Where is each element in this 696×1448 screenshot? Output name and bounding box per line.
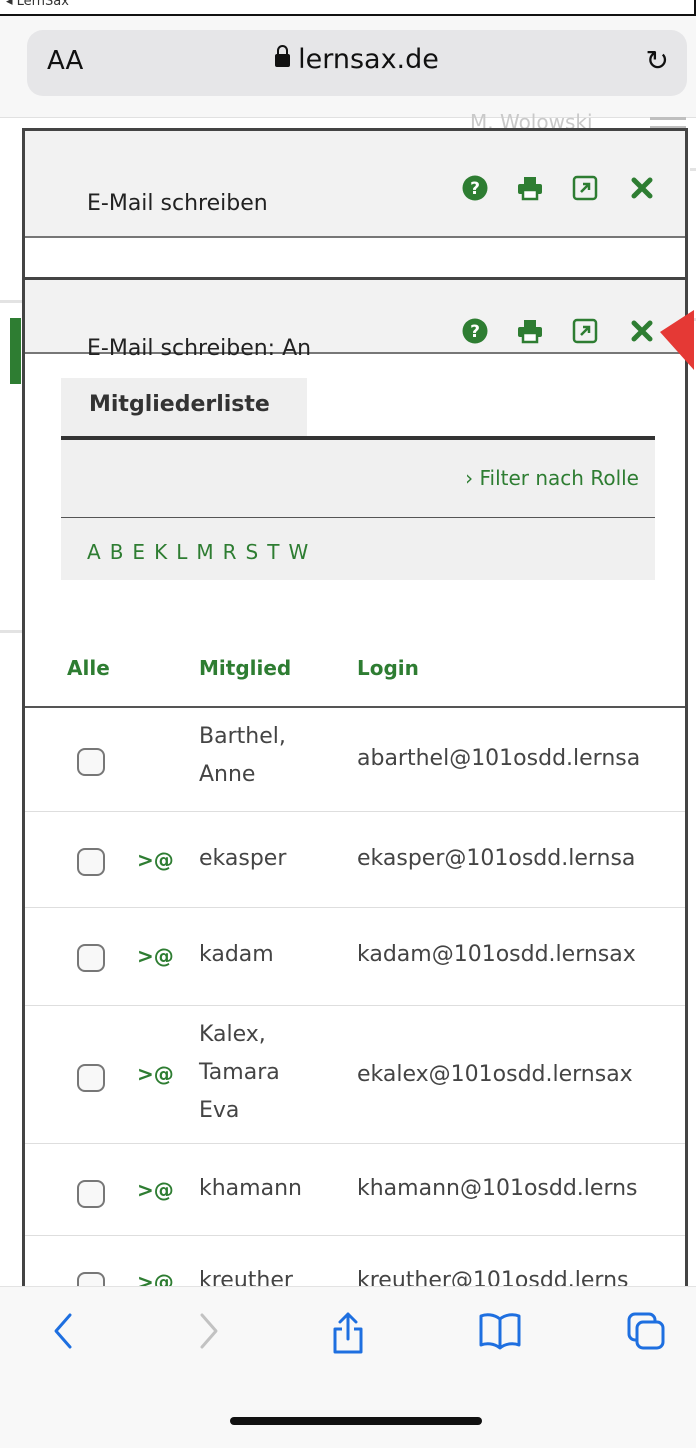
filter-panel: › Filter nach Rolle A B E K L M R S T W [61, 440, 655, 580]
help-icon[interactable]: ? [462, 175, 488, 201]
member-name: ekasper [199, 846, 287, 871]
recipient-picker-dialog: E-Mail schreiben: An ? Mitgliederliste ›… [22, 277, 688, 1289]
external-link-icon[interactable] [572, 175, 598, 201]
row-checkbox[interactable] [77, 944, 105, 972]
print-icon[interactable] [517, 318, 543, 344]
login-column-header[interactable]: Login [357, 656, 419, 680]
letter-link[interactable]: A [87, 540, 101, 564]
email-compose-dialog: E-Mail schreiben ? [22, 128, 688, 278]
member-login: kadam@101osdd.lernsax [357, 942, 636, 967]
background-divider [690, 168, 696, 171]
member-name-text: Kalex, Tamara Eva [199, 1022, 280, 1123]
tabs-icon[interactable] [626, 1311, 666, 1351]
share-icon[interactable] [330, 1311, 366, 1355]
table-header: Alle Mitglied Login [25, 640, 685, 708]
browser-toolbar [0, 1286, 696, 1448]
dialog-header: E-Mail schreiben: An ? [25, 280, 685, 361]
help-icon[interactable]: ? [462, 318, 488, 344]
send-mail-link[interactable]: >@ [137, 848, 174, 872]
member-name: Barthel, Anne [199, 718, 286, 794]
dialog-title: E-Mail schreiben: An [87, 336, 312, 361]
reload-icon[interactable]: ↻ [646, 44, 669, 77]
row-checkbox[interactable] [77, 748, 105, 776]
forward-icon [200, 1313, 218, 1349]
table-row: >@ Kalex, Tamara Eva ekalex@101osdd.lern… [25, 1006, 685, 1144]
member-login: ekasper@101osdd.lernsa [357, 846, 636, 871]
member-name: kreuther [199, 1268, 293, 1289]
dialog-header: E-Mail schreiben ? [25, 131, 685, 238]
send-mail-link[interactable]: >@ [137, 944, 174, 968]
url-text: lernsax.de [298, 44, 439, 75]
filter-by-role-link[interactable]: › Filter nach Rolle [465, 466, 639, 490]
background-divider [0, 630, 22, 633]
background-accent-bar [10, 318, 21, 384]
external-link-icon[interactable] [572, 318, 598, 344]
filter-by-role-label: Filter nach Rolle [479, 466, 639, 490]
address-bar[interactable]: AA lernsax.de ↻ [27, 30, 687, 96]
lock-icon [275, 45, 291, 67]
member-login: abarthel@101osdd.lernsa [357, 746, 641, 771]
table-row: Barthel, Anne abarthel@101osdd.lernsa [25, 708, 685, 812]
annotation-arrow-icon [660, 310, 694, 370]
filter-row: › Filter nach Rolle [61, 440, 655, 518]
member-name-text: Barthel, Anne [199, 724, 286, 787]
letter-link[interactable]: S [246, 540, 259, 564]
row-checkbox[interactable] [77, 848, 105, 876]
url-display[interactable]: lernsax.de [27, 44, 687, 75]
tab-member-list[interactable]: Mitgliederliste [61, 378, 307, 436]
letter-link[interactable]: K [154, 540, 167, 564]
letter-link[interactable]: L [176, 540, 187, 564]
member-name: Kalex, Tamara Eva [199, 1016, 280, 1130]
send-mail-link[interactable]: >@ [137, 1178, 174, 1202]
status-bar: ◂ LernSax [0, 0, 696, 16]
row-checkbox[interactable] [77, 1180, 105, 1208]
background-divider [0, 300, 22, 303]
letter-link[interactable]: E [132, 540, 145, 564]
letter-link[interactable]: R [223, 540, 237, 564]
member-login: khamann@101osdd.lerns [357, 1176, 638, 1201]
table-row: >@ kadam kadam@101osdd.lernsax [25, 908, 685, 1006]
letter-link[interactable]: M [196, 540, 213, 564]
letter-index: A B E K L M R S T W [87, 540, 308, 564]
member-column-header[interactable]: Mitglied [199, 656, 291, 680]
bookmarks-icon[interactable] [478, 1311, 522, 1351]
dialog-title: E-Mail schreiben [87, 191, 268, 216]
browser-address-area: AA lernsax.de ↻ [0, 16, 696, 118]
select-all-header[interactable]: Alle [67, 656, 110, 680]
back-to-app-link[interactable]: ◂ LernSax [6, 0, 69, 9]
member-name: khamann [199, 1176, 302, 1201]
table-row: >@ kreuther kreuther@101osdd.lerns [25, 1236, 685, 1289]
home-indicator [230, 1417, 482, 1425]
table-row: >@ khamann khamann@101osdd.lerns [25, 1144, 685, 1236]
send-mail-link[interactable]: >@ [137, 1062, 174, 1086]
close-icon[interactable] [629, 318, 655, 344]
svg-text:?: ? [470, 322, 480, 342]
row-checkbox[interactable] [77, 1064, 105, 1092]
member-name: kadam [199, 942, 274, 967]
member-login: ekalex@101osdd.lernsax [357, 1062, 633, 1087]
print-icon[interactable] [517, 175, 543, 201]
letter-link[interactable]: B [110, 540, 124, 564]
back-icon[interactable] [50, 1311, 76, 1351]
svg-text:?: ? [470, 179, 480, 199]
letter-link[interactable]: T [267, 540, 279, 564]
chevron-right-icon: › [465, 466, 474, 490]
close-icon[interactable] [629, 175, 655, 201]
letter-link[interactable]: W [288, 540, 308, 564]
table-row: >@ ekasper ekasper@101osdd.lernsa [25, 812, 685, 908]
